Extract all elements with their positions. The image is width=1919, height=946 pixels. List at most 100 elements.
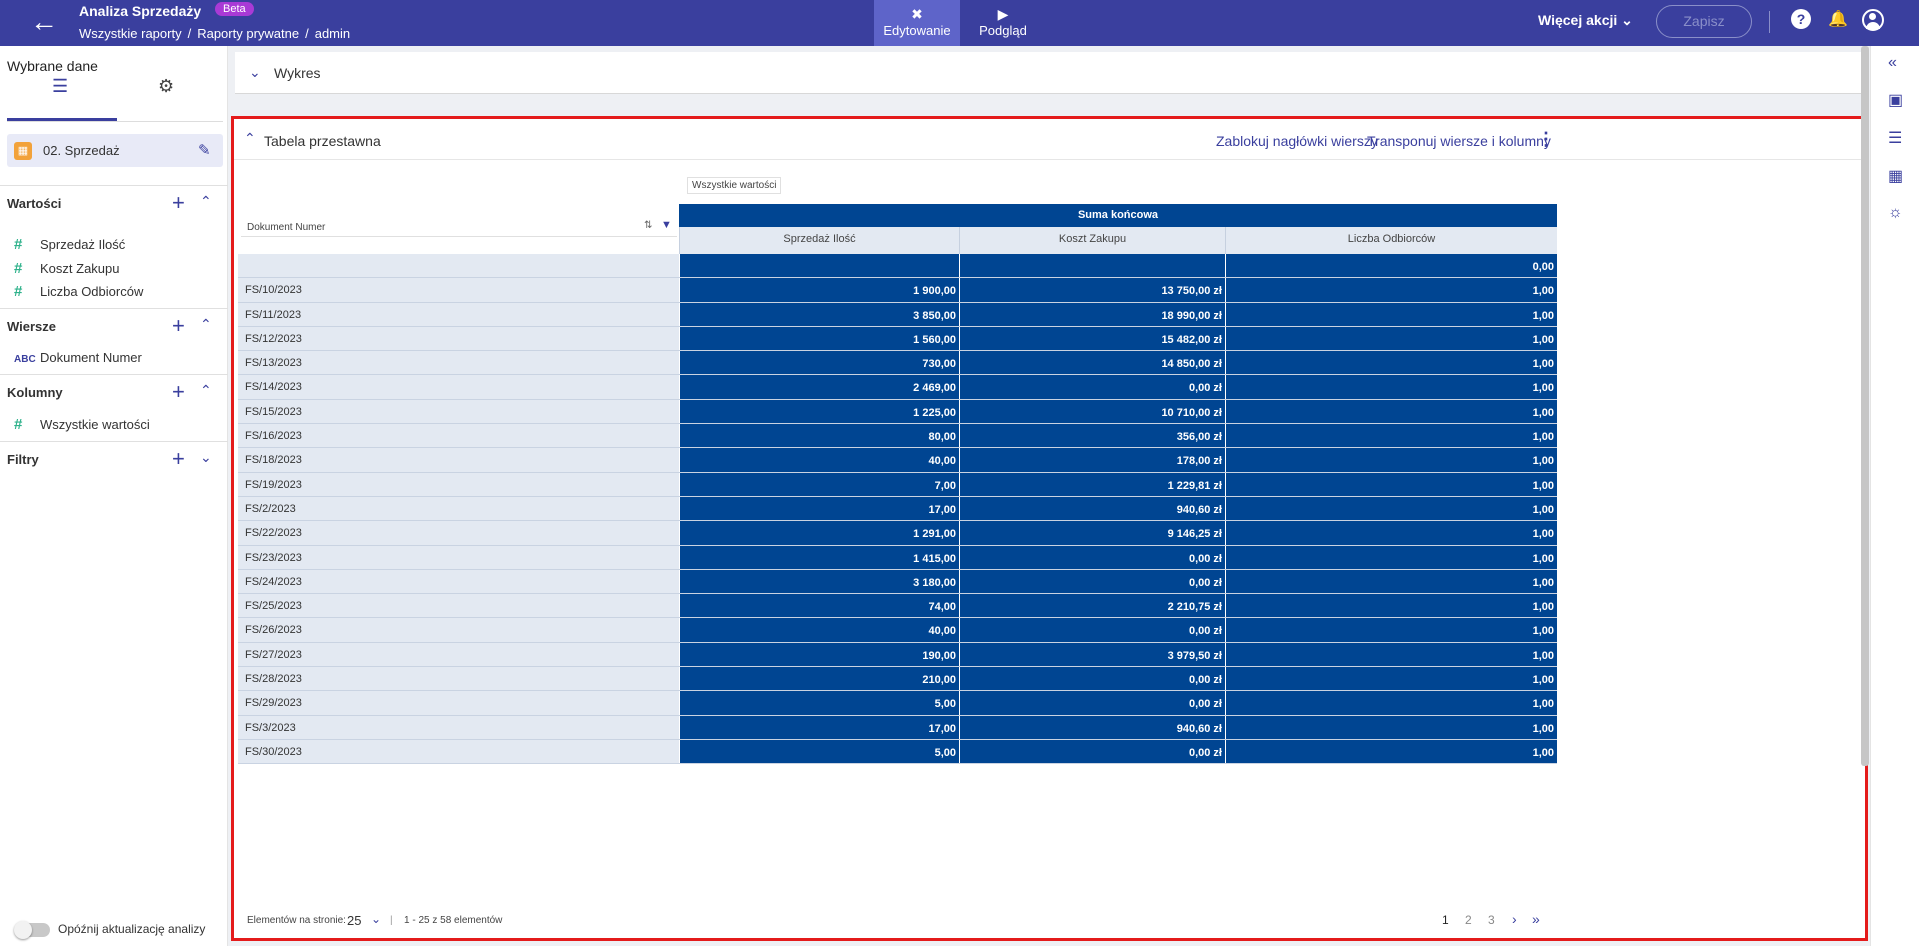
plus-icon[interactable]: + <box>172 446 185 472</box>
row-label[interactable]: FS/25/2023 <box>238 594 679 618</box>
row-label[interactable]: FS/26/2023 <box>238 618 679 642</box>
back-arrow-icon[interactable]: ← <box>30 8 58 36</box>
mode-view-tab[interactable]: ▶ Podgląd <box>960 0 1046 46</box>
row-label[interactable]: FS/16/2023 <box>238 424 679 448</box>
row-label[interactable]: FS/3/2023 <box>238 715 679 739</box>
more-actions-button[interactable]: Więcej akcji ⌄ <box>1538 12 1633 29</box>
lock-headers-button[interactable]: Zablokuj nagłówki wierszy <box>1216 133 1378 149</box>
column-header[interactable]: Koszt Zakupu <box>959 227 1225 254</box>
breadcrumb-separator: / <box>187 26 192 41</box>
table-cell: 5,00 <box>679 739 959 764</box>
scrollbar[interactable] <box>1861 46 1869 766</box>
row-label[interactable]: FS/27/2023 <box>238 642 679 667</box>
page-size-select[interactable]: 25 <box>347 913 361 928</box>
layers-icon[interactable]: ☰ <box>52 76 68 97</box>
chevron-down-icon[interactable]: ⌄ <box>371 912 381 926</box>
plus-icon[interactable]: + <box>172 379 185 405</box>
gear-icon[interactable]: ⚙ <box>158 76 174 97</box>
value-field[interactable]: # Koszt Zakupu <box>14 260 120 277</box>
plus-icon[interactable]: + <box>172 313 185 339</box>
kebab-menu-icon[interactable]: ⋮ <box>1537 129 1555 150</box>
row-field-header[interactable]: Dokument Numer ⇅ ▼ <box>241 217 677 237</box>
row-label[interactable]: FS/15/2023 <box>238 399 679 424</box>
row-label[interactable]: FS/28/2023 <box>238 667 679 691</box>
column-header[interactable]: Liczba Odbiorców <box>1225 227 1557 254</box>
play-icon: ▶ <box>997 6 1009 22</box>
table-cell: 0,00 zł <box>959 569 1225 594</box>
pivot-title: Tabela przestawna <box>264 133 381 149</box>
chevron-down-icon[interactable]: ⌄ <box>249 64 261 81</box>
column-header[interactable]: Sprzedaż Ilość <box>679 227 959 254</box>
table-cell: 1,00 <box>1225 278 1557 302</box>
user-icon[interactable] <box>1862 9 1884 31</box>
table-cell: 13 750,00 zł <box>959 278 1225 302</box>
row-label[interactable]: FS/12/2023 <box>238 326 679 351</box>
chart-panel[interactable]: ⌄ Wykres <box>235 52 1862 94</box>
row-field[interactable]: ABC Dokument Numer <box>14 350 142 365</box>
delay-toggle[interactable]: Opóźnij aktualizację analizy <box>14 920 205 939</box>
chevron-up-icon[interactable]: ⌃ <box>200 382 212 399</box>
row-label[interactable]: FS/23/2023 <box>238 545 679 569</box>
filters-section-header: Filtry + ⌄ <box>0 441 228 475</box>
table-cell: 18 990,00 zł <box>959 302 1225 326</box>
filter-icon[interactable]: ▼ <box>661 219 672 231</box>
layout-icon[interactable]: ▦ <box>1888 166 1903 186</box>
hash-icon: # <box>14 236 23 253</box>
value-field[interactable]: # Liczba Odbiorców <box>14 283 143 300</box>
chevron-down-icon[interactable]: ⌄ <box>200 449 212 466</box>
help-icon[interactable]: ? <box>1791 9 1811 29</box>
table-cell: 1,00 <box>1225 739 1557 764</box>
chevron-up-icon[interactable]: ⌃ <box>244 130 256 147</box>
double-chevron-left-icon[interactable]: « <box>1888 54 1897 72</box>
toggle-switch[interactable] <box>14 920 50 939</box>
data-source-item[interactable]: ▦ 02. Sprzedaż ✎ <box>7 134 223 167</box>
sort-icon[interactable]: ⇅ <box>644 220 652 231</box>
chevron-up-icon[interactable]: ⌃ <box>200 316 212 333</box>
breadcrumb-item[interactable]: Raporty prywatne <box>197 26 299 41</box>
last-page-icon[interactable]: » <box>1532 911 1540 927</box>
table-cell: 730,00 <box>679 351 959 375</box>
divider <box>234 159 1865 160</box>
list-icon[interactable]: ☰ <box>1888 128 1902 148</box>
row-label[interactable]: FS/14/2023 <box>238 375 679 399</box>
bell-icon[interactable]: 🔔 <box>1828 9 1848 29</box>
table-cell: 1,00 <box>1225 667 1557 691</box>
table-row: FS/25/2023 74,00 2 210,75 zł 1,00 <box>238 594 1557 619</box>
table-cell: 0,00 zł <box>959 739 1225 764</box>
row-label[interactable]: FS/10/2023 <box>238 278 679 302</box>
pencil-icon[interactable]: ✎ <box>198 141 211 159</box>
save-button[interactable]: Zapisz <box>1656 5 1752 38</box>
row-label[interactable]: FS/30/2023 <box>238 739 679 764</box>
column-field[interactable]: # Wszystkie wartości <box>14 416 150 433</box>
table-cell: 1,00 <box>1225 618 1557 642</box>
row-label[interactable]: FS/22/2023 <box>238 521 679 545</box>
palette-icon[interactable]: ☼ <box>1888 204 1903 222</box>
row-label[interactable]: FS/19/2023 <box>238 472 679 496</box>
column-field-chip[interactable]: Wszystkie wartości <box>687 177 782 194</box>
chevron-up-icon[interactable]: ⌃ <box>200 193 212 210</box>
page-link[interactable]: 1 <box>1442 913 1449 927</box>
value-field[interactable]: # Sprzedaż Ilość <box>14 236 125 253</box>
row-label[interactable]: FS/24/2023 <box>238 569 679 594</box>
row-label[interactable] <box>238 254 679 278</box>
row-label[interactable]: FS/13/2023 <box>238 351 679 375</box>
breadcrumb-item[interactable]: admin <box>315 26 350 41</box>
table-cell: 1 900,00 <box>679 278 959 302</box>
table-row: FS/29/2023 5,00 0,00 zł 1,00 <box>238 691 1557 716</box>
transpose-button[interactable]: Transponuj wiersze i kolumny <box>1367 133 1551 149</box>
table-cell: 10 710,00 zł <box>959 399 1225 424</box>
page-link[interactable]: 2 <box>1465 913 1472 927</box>
next-page-icon[interactable]: › <box>1512 911 1517 927</box>
plus-icon[interactable]: + <box>172 190 185 216</box>
mode-edit-tab[interactable]: ✖ Edytowanie <box>874 0 960 46</box>
row-label[interactable]: FS/11/2023 <box>238 302 679 326</box>
row-label[interactable]: FS/18/2023 <box>238 448 679 472</box>
table-cell: 0,00 zł <box>959 545 1225 569</box>
hash-icon: # <box>14 260 23 277</box>
row-label[interactable]: FS/29/2023 <box>238 691 679 715</box>
breadcrumb-item[interactable]: Wszystkie raporty <box>79 26 182 41</box>
page-link[interactable]: 3 <box>1488 913 1495 927</box>
text-type-icon: ABC <box>14 354 36 365</box>
panel-icon[interactable]: ▣ <box>1888 90 1903 110</box>
row-label[interactable]: FS/2/2023 <box>238 496 679 521</box>
